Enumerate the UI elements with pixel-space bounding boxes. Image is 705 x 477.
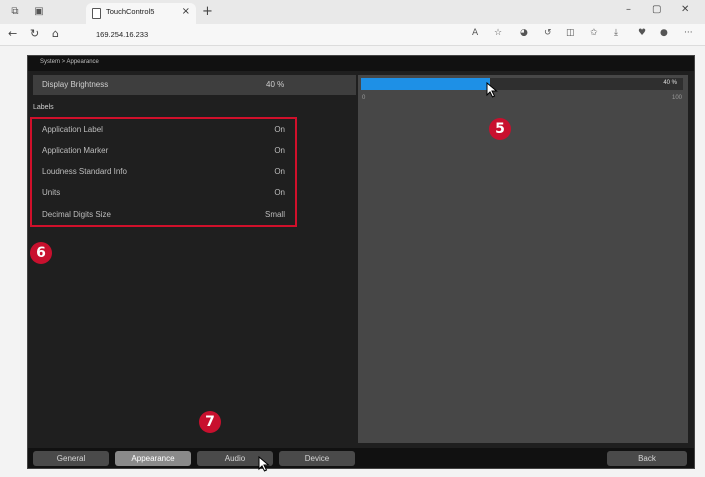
bottom-tab-bar: General Appearance Audio Device Back bbox=[28, 448, 694, 468]
labels-settings-box: Application Label On Application Marker … bbox=[30, 117, 297, 227]
slider-min-label: 0 bbox=[362, 95, 366, 101]
setting-value: On bbox=[274, 188, 285, 197]
display-brightness-label: Display Brightness bbox=[42, 80, 109, 89]
browser-tab[interactable]: TouchControl5 × bbox=[86, 3, 196, 24]
setting-label: Loudness Standard Info bbox=[42, 167, 127, 176]
close-window-icon[interactable]: ✕ bbox=[681, 4, 689, 15]
profile-avatar-icon[interactable]: ● bbox=[660, 28, 668, 38]
setting-row-application-marker[interactable]: Application Marker On bbox=[32, 140, 295, 162]
setting-row-decimal-digits-size[interactable]: Decimal Digits Size Small bbox=[32, 204, 295, 226]
tab-strip: ⧉ ▣ TouchControl5 × + – ▢ ✕ bbox=[0, 0, 705, 24]
back-button[interactable]: Back bbox=[607, 451, 687, 466]
setting-value: On bbox=[274, 167, 285, 176]
browser-window: ⧉ ▣ TouchControl5 × + – ▢ ✕ ← ↻ ⌂ 169.25… bbox=[0, 0, 705, 477]
display-brightness-value: 40 % bbox=[266, 80, 285, 89]
favorites-icon[interactable]: ✩ bbox=[590, 28, 598, 38]
workspaces-icon[interactable]: ⧉ bbox=[8, 5, 22, 19]
breadcrumb: System > Appearance bbox=[28, 56, 694, 71]
brightness-slider[interactable]: 40 % bbox=[361, 78, 683, 90]
setting-label: Application Label bbox=[42, 125, 103, 134]
maximize-icon[interactable]: ▢ bbox=[652, 4, 661, 15]
setting-value: Small bbox=[264, 210, 285, 219]
tab-device[interactable]: Device bbox=[279, 451, 355, 466]
setting-label: Decimal Digits Size bbox=[42, 210, 111, 219]
brightness-slider-fill[interactable] bbox=[361, 78, 490, 90]
refresh-icon[interactable]: ↻ bbox=[30, 27, 39, 40]
display-brightness-row[interactable]: Display Brightness 40 % bbox=[33, 75, 356, 95]
setting-value: On bbox=[274, 125, 285, 134]
callout-badge: 5 bbox=[489, 118, 511, 140]
page-favicon-icon bbox=[92, 8, 101, 19]
setting-label: Units bbox=[42, 188, 61, 197]
home-icon[interactable]: ⌂ bbox=[52, 27, 59, 40]
address-bar-row: ← ↻ ⌂ 169.254.16.233 A ☆ ◕ ↺ ◫ ✩ ⤓ ♥ ● ·… bbox=[0, 24, 705, 46]
mouse-pointer-icon bbox=[486, 82, 498, 98]
setting-label: Application Marker bbox=[42, 146, 109, 155]
download-icon[interactable]: ⤓ bbox=[614, 28, 618, 38]
labels-heading: Labels bbox=[33, 104, 54, 111]
browser-essentials-icon[interactable]: ♥ bbox=[638, 28, 646, 38]
tab-actions-icon[interactable]: ▣ bbox=[32, 5, 46, 19]
setting-row-application-label[interactable]: Application Label On bbox=[32, 119, 295, 141]
new-tab-button[interactable]: + bbox=[202, 4, 213, 19]
setting-row-units[interactable]: Units On bbox=[32, 182, 295, 204]
slider-max-label: 100 bbox=[671, 95, 682, 101]
split-screen-icon[interactable]: ◫ bbox=[566, 28, 575, 38]
more-menu-icon[interactable]: ··· bbox=[684, 28, 693, 38]
brightness-panel: 40 % 0 100 bbox=[358, 75, 688, 443]
minimize-icon[interactable]: – bbox=[626, 4, 631, 15]
tab-appearance[interactable]: Appearance bbox=[115, 451, 191, 466]
tab-title: TouchControl5 bbox=[106, 7, 155, 16]
close-tab-icon[interactable]: × bbox=[182, 6, 190, 17]
address-input[interactable]: 169.254.16.233 bbox=[96, 30, 148, 39]
tab-general[interactable]: General bbox=[33, 451, 109, 466]
breadcrumb-text: System > Appearance bbox=[40, 59, 99, 65]
mouse-pointer-icon bbox=[258, 456, 270, 472]
back-arrow-icon[interactable]: ← bbox=[8, 27, 17, 40]
extension-icon[interactable]: ◕ bbox=[520, 28, 528, 38]
favorite-star-icon[interactable]: ☆ bbox=[494, 28, 502, 38]
callout-badge: 7 bbox=[199, 411, 221, 433]
refresh-extension-icon[interactable]: ↺ bbox=[544, 28, 552, 38]
touchcontrol-app: System > Appearance Display Brightness 4… bbox=[27, 55, 695, 469]
setting-row-loudness-standard-info[interactable]: Loudness Standard Info On bbox=[32, 161, 295, 183]
setting-value: On bbox=[274, 146, 285, 155]
callout-badge: 6 bbox=[30, 242, 52, 264]
slider-percent-label: 40 % bbox=[663, 80, 677, 86]
read-aloud-icon[interactable]: A bbox=[472, 28, 478, 38]
